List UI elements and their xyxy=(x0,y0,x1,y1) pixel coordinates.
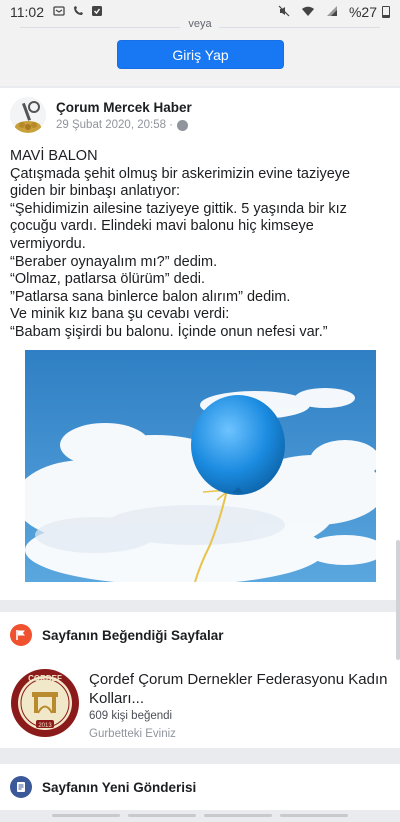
mute-icon xyxy=(277,5,291,19)
indicator-segment xyxy=(128,814,196,817)
flag-icon xyxy=(10,624,32,646)
post-line: “Olmaz, patlarsa ölürüm” dedi. xyxy=(10,271,206,288)
post-line: Ve minik kız bana şu cevabı verdi: xyxy=(10,306,230,323)
post-date[interactable]: 29 Şubat 2020, 20:58 · xyxy=(56,119,173,131)
post-line: MAVİ BALON xyxy=(10,148,98,164)
federation-logo[interactable]: ÇORDEF 2013 xyxy=(10,668,80,738)
post-line: “Şehidimizin ailesine taziyeye gittik. 5… xyxy=(10,200,347,217)
status-right: %27 xyxy=(277,4,390,20)
battery-percent: %27 xyxy=(348,4,377,20)
new-post-section: Sayfanın Yeni Gönderisi xyxy=(0,764,400,810)
wifi-icon xyxy=(301,5,315,19)
document-icon xyxy=(10,776,32,798)
signal-icon xyxy=(325,5,339,19)
scroll-handle[interactable] xyxy=(396,540,400,660)
post-line: çocuğu vardı. Elindeki mavi balonu hiç k… xyxy=(10,218,314,235)
call-icon xyxy=(71,5,85,19)
indicator-segment xyxy=(204,814,272,817)
logo-year: 2013 xyxy=(38,723,52,729)
post-line: vermiyordu. xyxy=(10,235,86,252)
liked-page-name[interactable]: Çordef Çorum Dernekler Federasyonu Kadın… xyxy=(89,670,389,708)
post-line: “Babam şişirdi bu balonu. İçinde onun ne… xyxy=(10,323,328,340)
check-app-icon xyxy=(90,5,104,19)
post-text: MAVİ BALON Çatışmada şehit olmuş bir ask… xyxy=(10,148,390,342)
indicator-segment xyxy=(280,814,348,817)
liked-pages-header: Sayfanın Beğendiği Sayfalar xyxy=(0,612,400,658)
liked-pages-title: Sayfanın Beğendiği Sayfalar xyxy=(42,627,224,643)
globe-icon xyxy=(177,119,189,131)
logo-text: ÇORDEF xyxy=(28,674,62,683)
login-button[interactable]: Giriş Yap xyxy=(117,40,284,69)
notification-icon xyxy=(52,5,66,19)
post-line: Çatışmada şehit olmuş bir askerimizin ev… xyxy=(10,165,351,182)
post-card: Çorum Mercek Haber 29 Şubat 2020, 20:58 … xyxy=(0,88,400,600)
battery-icon xyxy=(382,6,390,18)
new-post-header[interactable]: Sayfanın Yeni Gönderisi xyxy=(0,764,400,810)
liked-pages-section: Sayfanın Beğendiği Sayfalar ÇORDEF 2013 … xyxy=(0,612,400,748)
page-name[interactable]: Çorum Mercek Haber xyxy=(56,100,192,115)
post-line: “Beraber oynayalım mı?” dedim. xyxy=(10,253,218,270)
new-post-title: Sayfanın Yeni Gönderisi xyxy=(42,779,197,795)
liked-page-subtitle: Gurbetteki Eviniz xyxy=(89,728,176,740)
post-meta: 29 Şubat 2020, 20:58 · xyxy=(56,119,189,131)
login-area: veya Giriş Yap xyxy=(0,18,400,86)
liked-page-item[interactable]: ÇORDEF 2013 Çordef Çorum Dernekler Feder… xyxy=(0,658,400,748)
post-line: giden bir binbaşı anlatıyor: xyxy=(10,183,181,200)
indicator-segment xyxy=(52,814,120,817)
status-time: 11:02 xyxy=(10,4,44,20)
liked-page-likes: 609 kişi beğendi xyxy=(89,710,173,722)
bottom-indicator xyxy=(0,814,400,818)
post-image[interactable] xyxy=(25,350,376,582)
post-line: ”Patlarsa sana binlerce balon alırım” de… xyxy=(10,288,291,305)
page-avatar[interactable] xyxy=(10,97,46,133)
or-separator: veya xyxy=(180,18,220,30)
